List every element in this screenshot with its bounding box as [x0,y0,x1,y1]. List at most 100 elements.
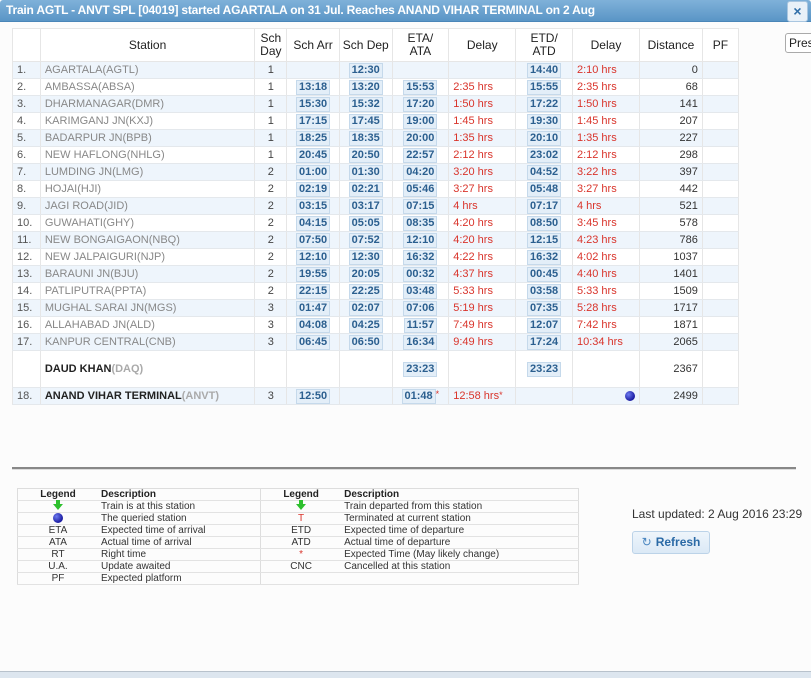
etd-atd-value: 16:32 [527,249,562,265]
sch-day: 2 [254,180,288,198]
legend-symbol: U.A. [17,560,98,573]
distance: 298 [639,146,703,164]
sch-day: 2 [254,265,288,283]
header-sch-dep: Sch Dep [338,28,393,62]
row-number: 12. [12,248,41,266]
sch-arr [286,61,340,79]
etd-atd-value: 00:45 [527,266,562,282]
etd-atd-value: 19:30 [527,113,562,129]
legend-row: ATA Actual time of arrival ATD Actual time … [17,536,579,549]
legend-symbol: ATD [260,536,342,549]
departure-delay: 1:35 hrs [571,129,641,147]
legend-description: Actual time of departure [341,536,579,549]
station-name: BADARPUR JN(BPB) [39,129,256,147]
sch-arr: 01:47 [286,299,340,317]
eta-ata-value: 16:34 [403,334,438,350]
table-row[interactable]: 4. KARIMGANJ JN(KXJ) 1 17:15 17:45 19:00 1:45 … [12,112,740,130]
legend-row: Train is at this station Train departed f… [17,500,579,513]
distance: 1717 [639,299,703,317]
sch-dep: 15:32 [338,95,393,113]
sch-day: 2 [254,231,288,249]
dialog-title-bar[interactable]: Train AGTL - ANVT SPL [04019] started AG… [0,0,811,22]
departure-delay: 4:23 hrs [571,231,641,249]
etd-atd-value: 04:52 [527,164,562,180]
table-row[interactable]: 14. PATLIPUTRA(PPTA) 2 22:15 22:25 03:48 5:33 … [12,282,740,300]
arrival-delay: 2:35 hrs [448,78,517,96]
etd-atd-value: 23:02 [527,147,562,163]
side-button[interactable]: Pres [785,33,811,53]
table-row[interactable]: 9. JAGI ROAD(JID) 2 03:15 03:17 07:15 4 hrs 07:… [12,197,740,215]
table-row[interactable]: 8. HOJAI(HJI) 2 02:19 02:21 05:46 3:27 hrs 05:4… [12,180,740,198]
sch-arr-value: 04:08 [296,317,331,333]
header-sch-arr: Sch Arr [286,28,340,62]
arrival-delay-value: 12:58 hrs [453,390,500,402]
etd-atd: 15:55 [515,78,573,96]
legend-symbol-text: U.A. [48,561,68,572]
sch-arr: 22:15 [286,282,340,300]
destination-code: (ANVT) [181,390,220,402]
table-row[interactable]: 15. MUGHAL SARAI JN(MGS) 3 01:47 02:07 07:06 5… [12,299,740,317]
legend-symbol-text: PF [51,573,65,584]
close-button[interactable]: × [787,1,808,22]
sch-day: 3 [254,387,288,405]
platform [701,265,740,283]
current-station-row[interactable]: DAUD KHAN(DAQ) 23:23 23:23 2367 [12,350,740,388]
table-row[interactable]: 10. GUWAHATI(GHY) 2 04:15 05:05 08:35 4:20 hrs… [12,214,740,232]
current-station-code: (DAQ) [111,363,144,375]
eta-ata-value: 05:46 [403,181,438,197]
etd-atd: 14:40 [515,61,573,79]
sch-arr-value: 02:19 [296,181,331,197]
sch-dep-value: 06:50 [348,334,383,350]
arrival-delay: 5:33 hrs [448,282,517,300]
table-row[interactable]: 13. BARAUNI JN(BJU) 2 19:55 20:05 00:32 4:37 h… [12,265,740,283]
etd-atd: 23:23 [515,350,573,388]
distance: 227 [639,129,703,147]
row-number: 7. [12,163,41,181]
legend-symbol: ATA [17,536,98,549]
sch-arr: 12:10 [286,248,340,266]
table-row[interactable]: 7. LUMDING JN(LMG) 2 01:00 01:30 04:20 3:20 hr… [12,163,740,181]
platform [701,282,740,300]
table-row[interactable]: 5. BADARPUR JN(BPB) 1 18:25 18:35 20:00 1:35 h… [12,129,740,147]
station-name: NEW JALPAIGURI(NJP) [39,248,256,266]
sch-arr: 07:50 [286,231,340,249]
description-header: Description [341,488,579,501]
table-row[interactable]: 6. NEW HAFLONG(NHLG) 1 20:45 20:50 22:57 2:12 … [12,146,740,164]
sch-arr: 17:15 [286,112,340,130]
table-row[interactable]: 1. AGARTALA(AGTL) 1 12:30 14:40 2:10 hrs 0 [12,61,740,79]
eta-ata-value: 11:57 [403,317,438,333]
distance: 1509 [639,282,703,300]
refresh-button[interactable]: ↻ Refresh [632,531,710,554]
eta-ata: 22:57 [391,146,450,164]
legend-symbol-text: T [298,513,305,524]
legend-description: Terminated at current station [341,512,579,525]
eta-ata: 03:48 [391,282,450,300]
etd-atd: 19:30 [515,112,573,130]
sch-day: 1 [254,112,288,130]
sch-day: 1 [254,78,288,96]
row-number [12,350,41,388]
arrival-delay: 2:12 hrs [448,146,517,164]
table-row[interactable]: 12. NEW JALPAIGURI(NJP) 2 12:10 12:30 16:32 4:… [12,248,740,266]
table-row[interactable]: 2. AMBASSA(ABSA) 1 13:18 13:20 15:53 2:35 hrs 1… [12,78,740,96]
legend-symbol-text: RT [51,549,65,560]
legend-description: Expected platform [98,572,262,585]
legend-row: PF Expected platform [17,572,579,585]
table-row[interactable]: 16. ALLAHABAD JN(ALD) 3 04:08 04:25 11:57 7:49… [12,316,740,334]
station-name: ANAND VIHAR TERMINAL(ANVT) [39,387,256,405]
sch-arr: 04:08 [286,316,340,334]
sch-dep: 07:52 [338,231,393,249]
sch-dep-value: 13:20 [348,79,383,95]
station-name: PATLIPUTRA(PPTA) [39,282,256,300]
sch-dep: 18:35 [338,129,393,147]
table-row[interactable]: 11. NEW BONGAIGAON(NBQ) 2 07:50 07:52 12:10 4:… [12,231,740,249]
departure-delay: 10:34 hrs [571,333,641,351]
legend-row: U.A. Update awaited CNC Cancelled at this s… [17,560,579,573]
sch-dep-value: 22:25 [348,283,383,299]
table-row[interactable]: 17. KANPUR CENTRAL(CNB) 3 06:45 06:50 16:34 9:… [12,333,740,351]
section-divider [12,467,796,470]
etd-atd-value: 23:23 [527,361,562,377]
table-row[interactable]: 3. DHARMANAGAR(DMR) 1 15:30 15:32 17:20 1:50 h… [12,95,740,113]
destination-row[interactable]: 18. ANAND VIHAR TERMINAL(ANVT) 3 12:50 01:48… [12,387,740,405]
legend-symbol-text: ETA [48,525,68,536]
